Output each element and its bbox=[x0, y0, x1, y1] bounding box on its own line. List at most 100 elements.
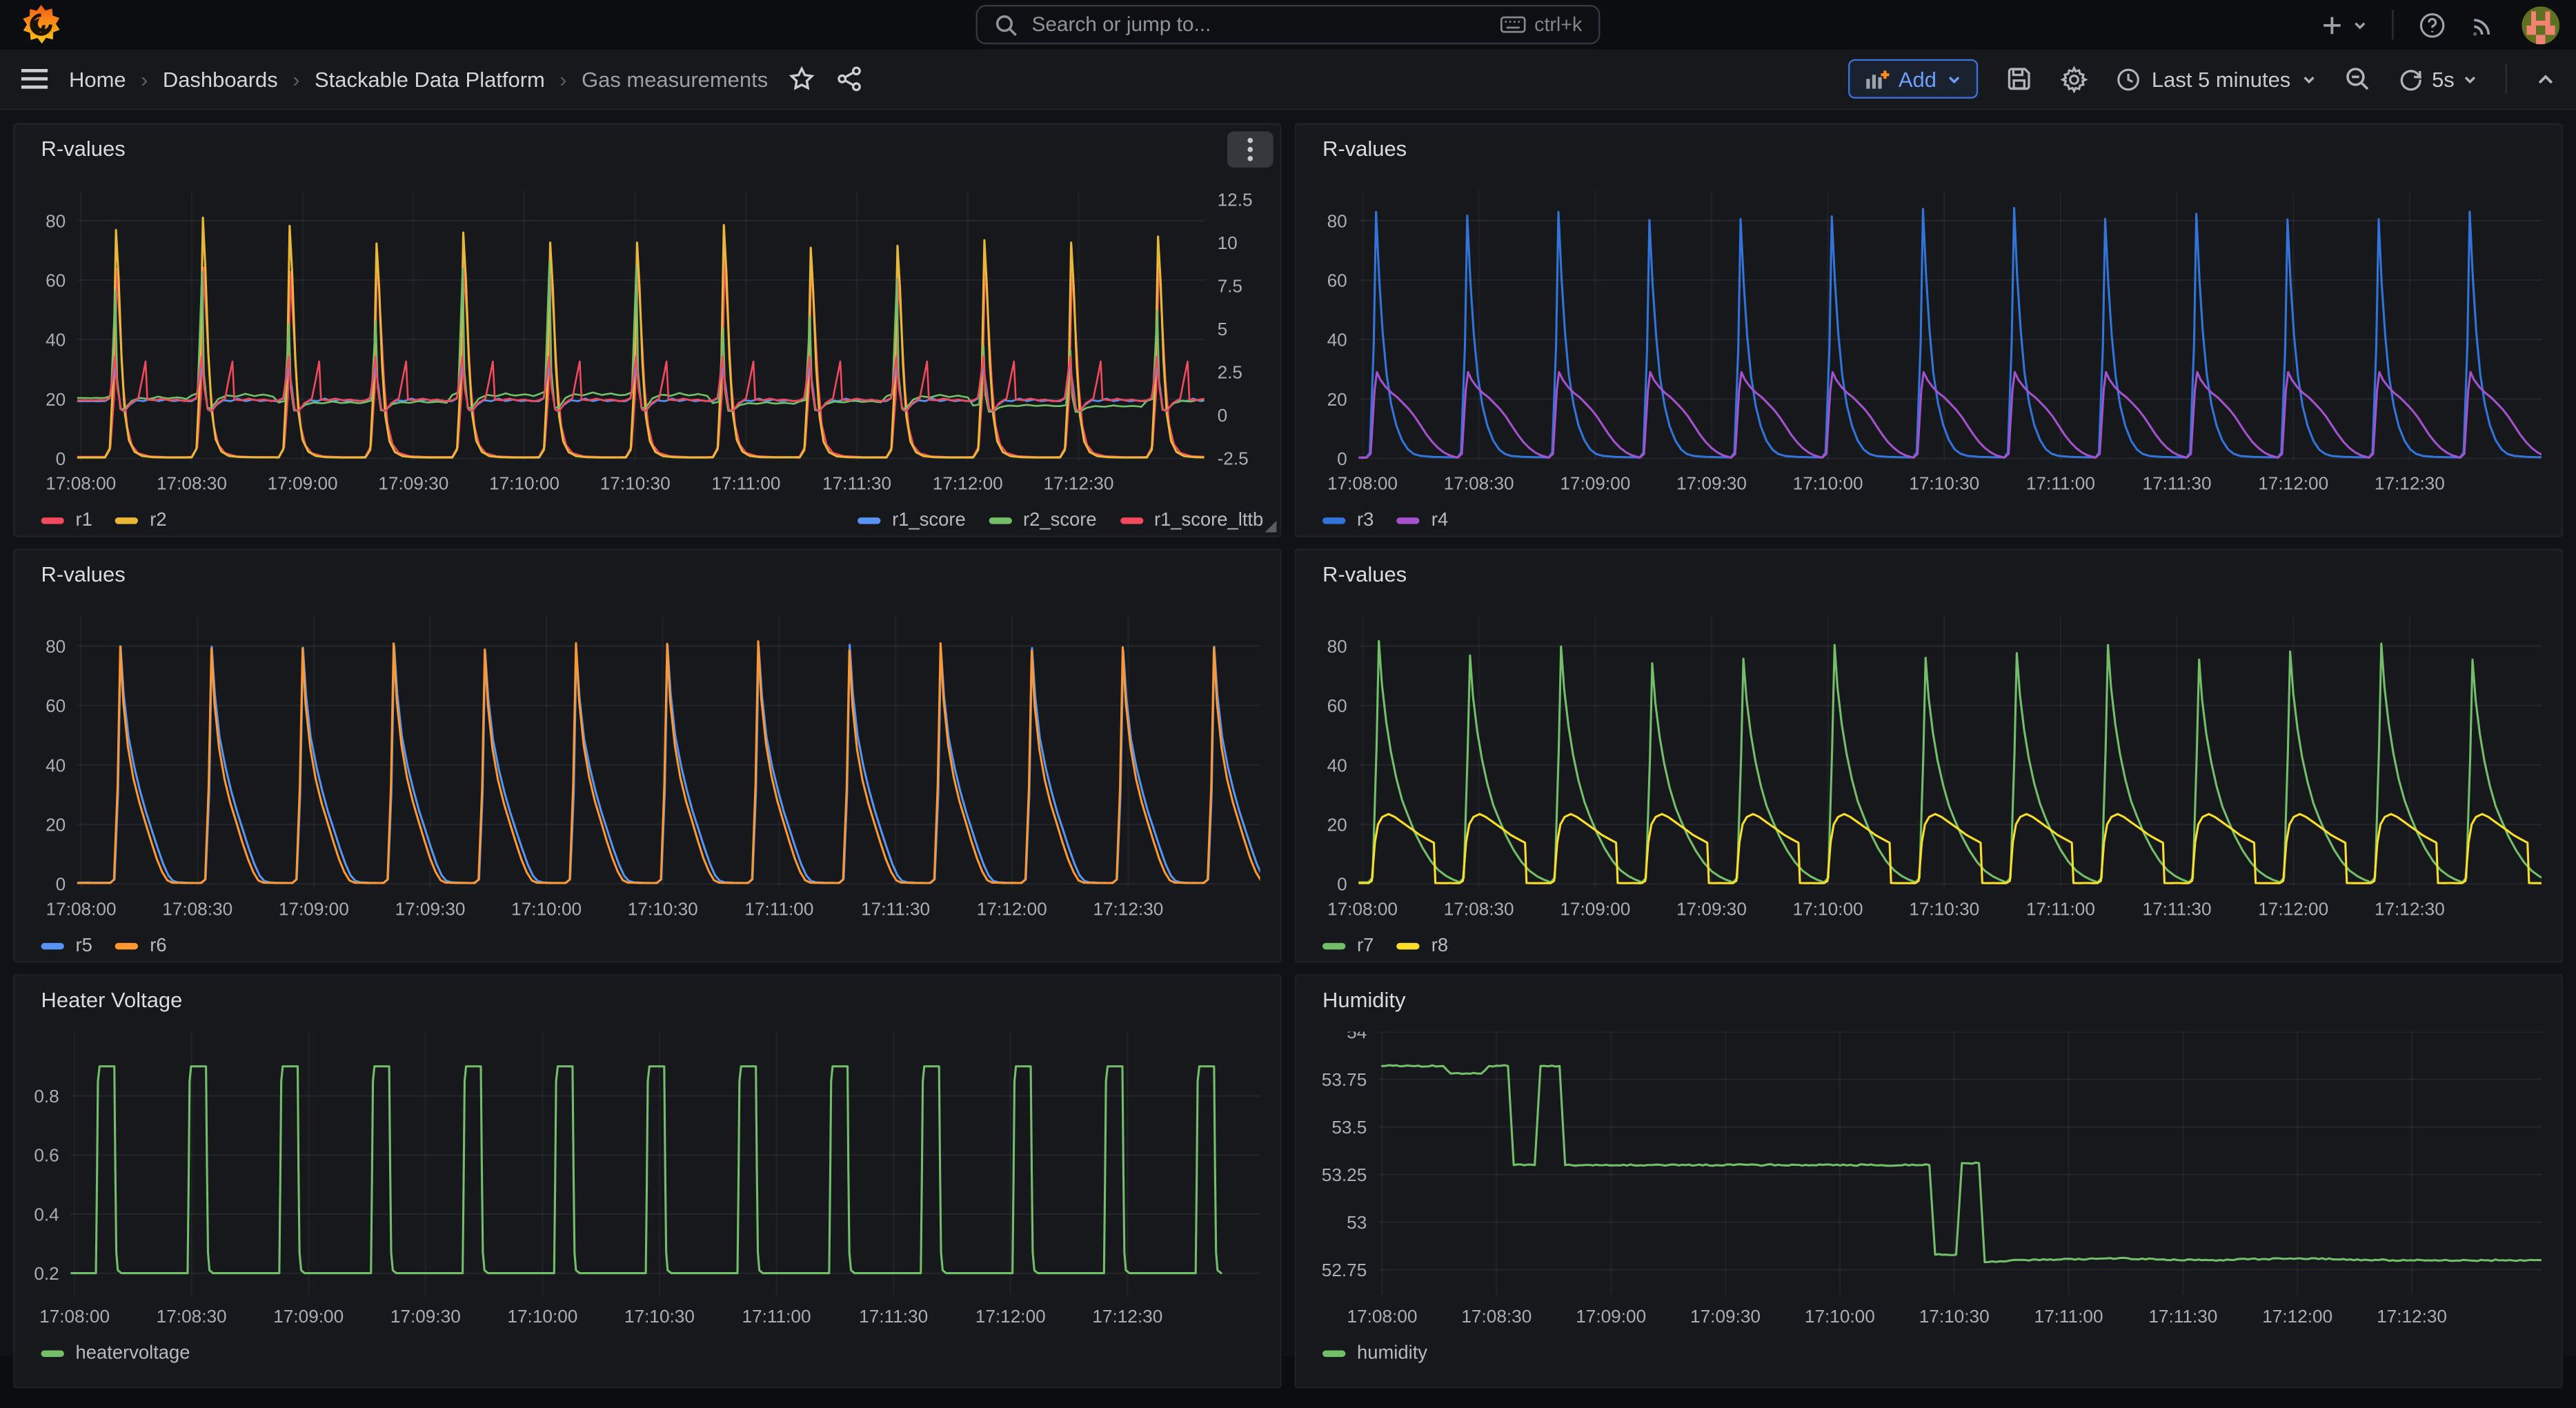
legend-item-r2_score[interactable]: r2_score bbox=[989, 511, 1097, 531]
legend-swatch bbox=[1322, 943, 1345, 950]
breadcrumb-item-home[interactable]: Home bbox=[69, 66, 126, 91]
refresh-icon bbox=[2399, 66, 2424, 91]
panel-resize-handle[interactable] bbox=[1265, 521, 1277, 533]
y-axis-tick: 20 bbox=[1327, 815, 1347, 835]
panel-title[interactable]: R-values bbox=[1322, 137, 1407, 161]
x-axis-tick: 17:08:30 bbox=[1444, 898, 1514, 919]
panel-title[interactable]: Humidity bbox=[1322, 987, 1405, 1012]
legend: r1 r2 r1_score r2_score r1_score_lttb bbox=[41, 511, 1264, 531]
favorite-button[interactable] bbox=[789, 66, 815, 92]
legend-item-r3[interactable]: r3 bbox=[1322, 511, 1374, 531]
series-line-heatervoltage bbox=[70, 1067, 1221, 1273]
plot-area[interactable]: 02040608017:08:0017:08:3017:09:0017:09:3… bbox=[1296, 616, 2562, 930]
breadcrumb-item-dashboards[interactable]: Dashboards bbox=[163, 66, 278, 91]
x-axis-tick: 17:08:30 bbox=[162, 898, 232, 919]
user-avatar[interactable] bbox=[2521, 6, 2559, 43]
add-panel-icon bbox=[1864, 68, 1889, 90]
legend-item-r4[interactable]: r4 bbox=[1397, 511, 1448, 531]
x-axis-tick: 17:09:30 bbox=[390, 1306, 461, 1327]
search-input[interactable]: Search or jump to... ctrl+k bbox=[976, 5, 1601, 44]
panel-title[interactable]: R-values bbox=[41, 562, 126, 586]
x-axis-tick: 17:09:00 bbox=[273, 1306, 344, 1327]
legend-swatch bbox=[1397, 517, 1420, 524]
legend-item-humidity[interactable]: humidity bbox=[1322, 1344, 1427, 1364]
plot-area[interactable]: 02040608017:08:0017:08:3017:09:0017:09:3… bbox=[1296, 190, 2562, 504]
series-line-r4 bbox=[1358, 372, 2548, 457]
plot-area[interactable]: 02040608017:08:0017:08:3017:09:0017:09:3… bbox=[14, 616, 1280, 930]
y-axis-tick: 53.75 bbox=[1322, 1069, 1367, 1090]
x-axis-tick: 17:11:30 bbox=[2148, 1306, 2217, 1327]
series-line-r5 bbox=[77, 645, 1267, 883]
y-axis-right-tick: 2.5 bbox=[1218, 362, 1242, 383]
panel-r-values-4: R-values02040608017:08:0017:08:3017:09:0… bbox=[1295, 548, 2563, 962]
x-axis-tick: 17:08:30 bbox=[157, 473, 227, 494]
legend-label: r8 bbox=[1431, 936, 1448, 956]
series-line-humidity bbox=[1382, 1065, 2542, 1262]
y-axis-tick: 80 bbox=[1327, 210, 1347, 231]
legend-item-r6[interactable]: r6 bbox=[115, 936, 166, 956]
collapse-topbar-button[interactable] bbox=[2535, 68, 2556, 90]
legend-swatch bbox=[41, 517, 64, 524]
x-axis-tick: 17:09:30 bbox=[1676, 898, 1747, 919]
refresh-interval-label: 5s bbox=[2432, 66, 2455, 91]
dashboard-settings-button[interactable] bbox=[2060, 65, 2088, 92]
x-axis-tick: 17:08:00 bbox=[39, 1306, 110, 1327]
series-line-r1 bbox=[77, 251, 1210, 457]
panel-menu-button[interactable] bbox=[1227, 132, 1274, 168]
panel-title[interactable]: R-values bbox=[1322, 562, 1407, 586]
add-button[interactable]: Add bbox=[1847, 59, 1977, 99]
legend-item-r5[interactable]: r5 bbox=[41, 936, 92, 956]
time-range-picker[interactable]: Last 5 minutes bbox=[2116, 66, 2317, 91]
legend-item-r1_score_lttb[interactable]: r1_score_lttb bbox=[1120, 511, 1263, 531]
legend-item-r1[interactable]: r1 bbox=[41, 511, 92, 531]
legend-item-r8[interactable]: r8 bbox=[1397, 936, 1448, 956]
x-axis-tick: 17:09:30 bbox=[1690, 1306, 1761, 1327]
zoom-out-button[interactable] bbox=[2345, 66, 2371, 92]
plot-area[interactable]: 0.20.40.60.817:08:0017:08:3017:09:0017:0… bbox=[14, 1032, 1280, 1338]
y-axis-tick: 54 bbox=[1347, 1032, 1367, 1043]
save-icon bbox=[2005, 66, 2032, 92]
x-axis-tick: 17:09:30 bbox=[378, 473, 448, 494]
refresh-picker[interactable]: 5s bbox=[2399, 66, 2477, 91]
y-axis-right-tick: 10 bbox=[1218, 232, 1238, 253]
x-axis-tick: 17:10:00 bbox=[1793, 473, 1863, 494]
mega-menu-button[interactable] bbox=[20, 68, 50, 90]
x-axis-tick: 17:11:00 bbox=[2026, 898, 2095, 919]
x-axis-tick: 17:10:00 bbox=[507, 1306, 577, 1327]
grafana-logo-icon[interactable] bbox=[20, 3, 63, 46]
panel-r-values-3: R-values02040608017:08:0017:08:3017:09:0… bbox=[13, 548, 1281, 962]
x-axis-tick: 17:09:30 bbox=[395, 898, 466, 919]
legend-swatch bbox=[1397, 943, 1420, 950]
x-axis-tick: 17:09:00 bbox=[1560, 898, 1630, 919]
y-axis-tick: 53.25 bbox=[1322, 1164, 1367, 1185]
legend-item-r7[interactable]: r7 bbox=[1322, 936, 1374, 956]
legend-item-r1_score[interactable]: r1_score bbox=[858, 511, 966, 531]
breadcrumb-item-stackable-data-platform[interactable]: Stackable Data Platform bbox=[315, 66, 545, 91]
y-axis-tick: 80 bbox=[46, 210, 66, 231]
x-axis-tick: 17:08:00 bbox=[46, 898, 117, 919]
keyboard-shortcut: ctrl+k bbox=[1500, 13, 1582, 36]
y-axis-tick: 0.8 bbox=[34, 1086, 59, 1107]
new-menu-button[interactable] bbox=[2320, 12, 2368, 37]
panel-title[interactable]: Heater Voltage bbox=[41, 987, 183, 1012]
breadcrumb-separator: › bbox=[293, 66, 299, 91]
legend-label: r1_score bbox=[892, 511, 966, 531]
save-dashboard-button[interactable] bbox=[2005, 66, 2032, 92]
panel-title[interactable]: R-values bbox=[41, 137, 126, 161]
x-axis-tick: 17:11:30 bbox=[2143, 473, 2212, 494]
help-button[interactable] bbox=[2418, 10, 2446, 38]
x-axis-tick: 17:11:30 bbox=[2143, 898, 2212, 919]
x-axis-tick: 17:11:00 bbox=[742, 1306, 811, 1327]
legend-label: r4 bbox=[1431, 511, 1448, 531]
gear-icon bbox=[2060, 65, 2088, 92]
x-axis-tick: 17:08:00 bbox=[1327, 898, 1398, 919]
legend: heatervoltage bbox=[41, 1344, 1264, 1364]
legend-item-r2[interactable]: r2 bbox=[115, 511, 166, 531]
plot-area[interactable]: 52.755353.2553.553.755417:08:0017:08:301… bbox=[1296, 1032, 2562, 1338]
legend-item-heatervoltage[interactable]: heatervoltage bbox=[41, 1344, 190, 1364]
news-button[interactable] bbox=[2471, 12, 2497, 38]
plot-area[interactable]: 020406080-2.502.557.51012.517:08:0017:08… bbox=[14, 190, 1280, 504]
y-axis-tick: 20 bbox=[1327, 389, 1347, 410]
share-button[interactable] bbox=[837, 66, 863, 92]
y-axis-tick: 0.4 bbox=[34, 1204, 59, 1224]
